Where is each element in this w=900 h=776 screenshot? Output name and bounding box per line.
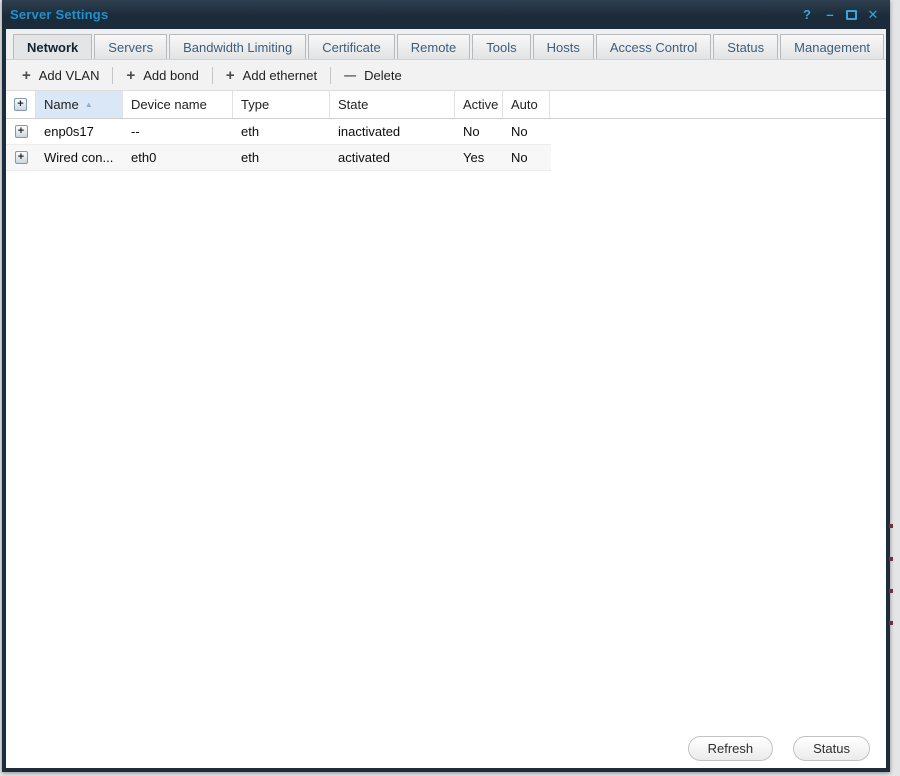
- delete-button[interactable]: — Delete: [334, 65, 412, 86]
- add-bond-button[interactable]: + Add bond: [116, 65, 208, 86]
- expand-icon: +: [14, 98, 27, 111]
- column-header-type[interactable]: Type: [233, 91, 330, 118]
- cell-device-name: eth0: [123, 145, 233, 170]
- toolbar-separator: [212, 67, 213, 84]
- add-ethernet-button[interactable]: + Add ethernet: [216, 65, 327, 86]
- column-header-active[interactable]: Active: [455, 91, 503, 118]
- status-button[interactable]: Status: [793, 736, 870, 761]
- help-icon[interactable]: ?: [800, 8, 814, 22]
- maximize-icon[interactable]: [846, 10, 857, 20]
- cell-name: enp0s17: [36, 119, 123, 144]
- network-toolbar: + Add VLAN + Add bond + Add ethernet — D…: [6, 60, 886, 91]
- cell-active: Yes: [455, 145, 503, 170]
- cell-auto: No: [503, 119, 550, 144]
- column-header-state[interactable]: State: [330, 91, 455, 118]
- background-artifact: [889, 621, 893, 625]
- cell-name: Wired con...: [36, 145, 123, 170]
- refresh-button[interactable]: Refresh: [688, 736, 774, 761]
- window-content: Network Servers Bandwidth Limiting Certi…: [6, 29, 886, 768]
- close-icon[interactable]: ✕: [866, 8, 880, 22]
- cell-state: inactivated: [330, 119, 455, 144]
- add-bond-label: Add bond: [143, 68, 199, 83]
- tab-hosts[interactable]: Hosts: [533, 34, 594, 59]
- table-row-enp0s17[interactable]: + enp0s17 -- eth inactivated No No: [6, 119, 551, 145]
- tab-certificate[interactable]: Certificate: [308, 34, 395, 59]
- cell-type: eth: [233, 119, 330, 144]
- tab-management[interactable]: Management: [780, 34, 884, 59]
- toolbar-separator: [330, 67, 331, 84]
- toolbar-separator: [112, 67, 113, 84]
- cell-state: activated: [330, 145, 455, 170]
- table-row-wired-connection[interactable]: + Wired con... eth0 eth activated Yes No: [6, 145, 551, 171]
- expand-icon[interactable]: +: [15, 125, 28, 138]
- add-vlan-label: Add VLAN: [39, 68, 100, 83]
- server-settings-window: Server Settings ? – ✕ Network Servers Ba…: [2, 0, 890, 772]
- tab-remote[interactable]: Remote: [397, 34, 471, 59]
- plus-icon: +: [126, 68, 135, 83]
- expand-icon[interactable]: +: [15, 151, 28, 164]
- tab-bandwidth-limiting[interactable]: Bandwidth Limiting: [169, 34, 306, 59]
- cell-active: No: [455, 119, 503, 144]
- add-vlan-button[interactable]: + Add VLAN: [12, 65, 109, 86]
- tab-status[interactable]: Status: [713, 34, 778, 59]
- column-header-auto[interactable]: Auto: [503, 91, 550, 118]
- tab-network[interactable]: Network: [13, 34, 92, 59]
- column-header-device-name[interactable]: Device name: [123, 91, 233, 118]
- minimize-icon[interactable]: –: [823, 8, 837, 22]
- add-ethernet-label: Add ethernet: [243, 68, 317, 83]
- footer-buttons: Refresh Status: [688, 736, 870, 761]
- cell-device-name: --: [123, 119, 233, 144]
- window-controls: ? – ✕: [800, 8, 880, 22]
- sort-asc-icon: ▲: [85, 101, 93, 109]
- cell-auto: No: [503, 145, 550, 170]
- minus-icon: —: [344, 68, 356, 83]
- plus-icon: +: [22, 68, 31, 83]
- tab-access-control[interactable]: Access Control: [596, 34, 711, 59]
- delete-label: Delete: [364, 68, 402, 83]
- plus-icon: +: [226, 68, 235, 83]
- grid-header: + Name ▲ Device name Type State Active A…: [6, 91, 886, 119]
- window-title: Server Settings: [10, 7, 800, 22]
- background-artifact: [889, 589, 893, 593]
- background-artifact: [889, 557, 893, 561]
- titlebar[interactable]: Server Settings ? – ✕: [2, 0, 890, 29]
- column-header-name[interactable]: Name ▲: [36, 91, 123, 118]
- background-artifact: [889, 524, 893, 528]
- tab-servers[interactable]: Servers: [94, 34, 167, 59]
- tab-bar: Network Servers Bandwidth Limiting Certi…: [6, 29, 886, 60]
- tab-tools[interactable]: Tools: [472, 34, 530, 59]
- cell-type: eth: [233, 145, 330, 170]
- expand-all-button[interactable]: +: [6, 91, 36, 118]
